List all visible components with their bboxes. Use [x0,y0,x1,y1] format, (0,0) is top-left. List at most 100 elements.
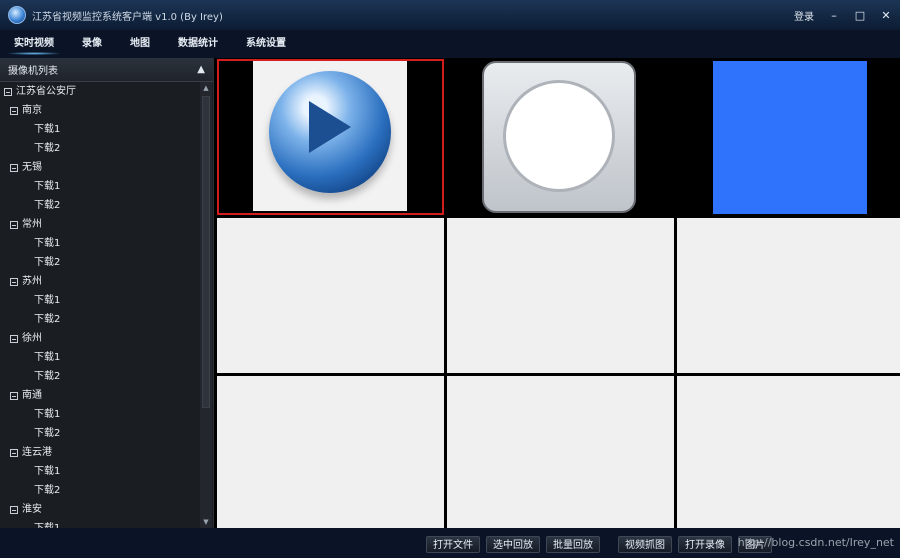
collapse-icon[interactable] [4,87,12,96]
tree-item-camera[interactable]: 下载1 [0,234,200,253]
tree-item-camera[interactable]: 下载1 [0,462,200,481]
video-feed-blue [713,61,867,214]
video-cell-2[interactable] [447,59,674,215]
login-link[interactable]: 登录 [794,8,814,23]
tree-item-label: 淮安 [22,504,42,515]
chevron-up-icon[interactable]: ▲ [197,64,205,75]
sidebar-title: 摄像机列表 [8,66,58,77]
camera-sidebar: 摄像机列表 ▲ 江苏省公安厅 南京 下载1 下载2 无锡 下载1 下载2 常州 下载1 下载2 苏州… [0,58,214,528]
tree-item-label: 下载2 [34,371,61,382]
app-logo-icon [8,6,26,24]
tree-node[interactable]: 无锡 [0,158,200,177]
camera-tree: 江苏省公安厅 南京 下载1 下载2 无锡 下载1 下载2 常州 下载1 下载2 苏州 下载1 下载2 徐州… [0,82,200,528]
tree-scrollbar[interactable]: ▲ ▼ [200,82,212,528]
window-title: 江苏省视频监控系统客户端 v1.0 (By Irey) [32,11,223,23]
tree-item-camera[interactable]: 下载2 [0,196,200,215]
tree-item-label: 南京 [22,105,42,116]
open-file-button[interactable]: 打开文件 [426,536,480,553]
tree-node[interactable]: 苏州 [0,272,200,291]
tree-item-label: 下载1 [34,295,61,306]
tree-item-camera[interactable]: 下载2 [0,139,200,158]
tree-item-label: 下载1 [34,409,61,420]
tree-item-camera[interactable]: 下载2 [0,481,200,500]
video-cell-3[interactable] [677,59,900,215]
tree-item-camera[interactable]: 下载1 [0,405,200,424]
collapse-icon[interactable] [10,220,18,229]
tree-item-camera[interactable]: 下载2 [0,253,200,272]
menu-statistics[interactable]: 数据统计 [164,30,232,58]
tree-item-label: 下载2 [34,200,61,211]
tree-item-label: 连云港 [22,447,52,458]
tree-item-label: 下载1 [34,352,61,363]
tree-item-label: 徐州 [22,333,42,344]
tree-node[interactable]: 南京 [0,101,200,120]
video-cell-8[interactable] [447,376,674,531]
collapse-icon[interactable] [10,277,18,286]
tree-node[interactable]: 常州 [0,215,200,234]
title-bar: 江苏省视频监控系统客户端 v1.0 (By Irey) 登录 – □ ✕ [0,0,900,30]
video-grid [214,58,900,531]
batch-playback-button[interactable]: 批量回放 [546,536,600,553]
menu-realtime-video[interactable]: 实时视频 [0,30,68,58]
tree-item-label: 下载1 [34,466,61,477]
tree-item-label: 下载2 [34,257,61,268]
tree-node[interactable]: 徐州 [0,329,200,348]
tree-item-label: 苏州 [22,276,42,287]
tree-item-label: 下载1 [34,519,60,528]
tree-item-camera[interactable]: 下载2 [0,310,200,329]
close-icon[interactable]: ✕ [880,9,892,22]
video-cell-1[interactable] [217,59,444,215]
video-cell-4[interactable] [217,218,444,373]
tree-node[interactable]: 南通 [0,386,200,405]
tree-item-camera[interactable]: 下载1 [0,348,200,367]
collapse-icon[interactable] [10,106,18,115]
tree-item-label: 下载2 [34,485,61,496]
video-cell-5[interactable] [447,218,674,373]
video-cell-9[interactable] [677,376,900,531]
tree-item-camera[interactable]: 下载1 [0,291,200,310]
collapse-icon[interactable] [10,391,18,400]
menu-map[interactable]: 地图 [116,30,164,58]
bottom-toolbar: 打开文件 选中回放 批量回放 视频抓图 打开录像 图片 http://blog.… [0,528,900,558]
scroll-up-icon[interactable]: ▲ [200,82,212,94]
tree-node[interactable]: 连云港 [0,443,200,462]
scroll-thumb[interactable] [202,96,210,408]
tree-item-camera[interactable]: 下载1 [0,177,200,196]
collapse-icon[interactable] [10,163,18,172]
sidebar-header[interactable]: 摄像机列表 ▲ [0,58,213,82]
tree-item-label: 无锡 [22,162,42,173]
video-cell-6[interactable] [677,218,900,373]
minimize-icon[interactable]: – [828,9,840,22]
tree-item-camera[interactable]: 下载2 [0,367,200,386]
video-capture-button[interactable]: 视频抓图 [618,536,672,553]
tree-item-label: 下载1 [34,181,61,192]
collapse-icon[interactable] [10,334,18,343]
collapse-icon[interactable] [10,505,18,514]
collapse-icon[interactable] [10,448,18,457]
video-cell-7[interactable] [217,376,444,531]
tree-node[interactable]: 淮安 [0,500,200,519]
window-controls: 登录 – □ ✕ [794,0,892,30]
open-recording-button[interactable]: 打开录像 [678,536,732,553]
watermark-text: http://blog.csdn.net/Irey_net [737,536,894,549]
menu-settings[interactable]: 系统设置 [232,30,300,58]
ring-icon [503,80,615,192]
main-menu: 实时视频 录像 地图 数据统计 系统设置 [0,30,900,58]
tree-item-label: 下载2 [34,314,61,325]
menu-recording[interactable]: 录像 [68,30,116,58]
video-feed-logo [253,61,407,211]
tree-item-label: 下载2 [34,143,61,154]
maximize-icon[interactable]: □ [854,9,866,22]
selected-playback-button[interactable]: 选中回放 [486,536,540,553]
tree-item-camera[interactable]: 下载1 [0,120,200,139]
tree-item-camera[interactable]: 下载2 [0,424,200,443]
tree-item-label: 下载1 [34,124,61,135]
tree-node[interactable]: 江苏省公安厅 [0,82,200,101]
tree-item-camera[interactable]: 下载1 [0,519,200,528]
tree-item-label: 江苏省公安厅 [16,86,76,97]
video-feed-ring [482,61,636,213]
tree-item-label: 常州 [22,219,42,230]
tree-item-label: 南通 [22,390,42,401]
arrow-icon [309,101,351,153]
scroll-down-icon[interactable]: ▼ [200,516,212,528]
